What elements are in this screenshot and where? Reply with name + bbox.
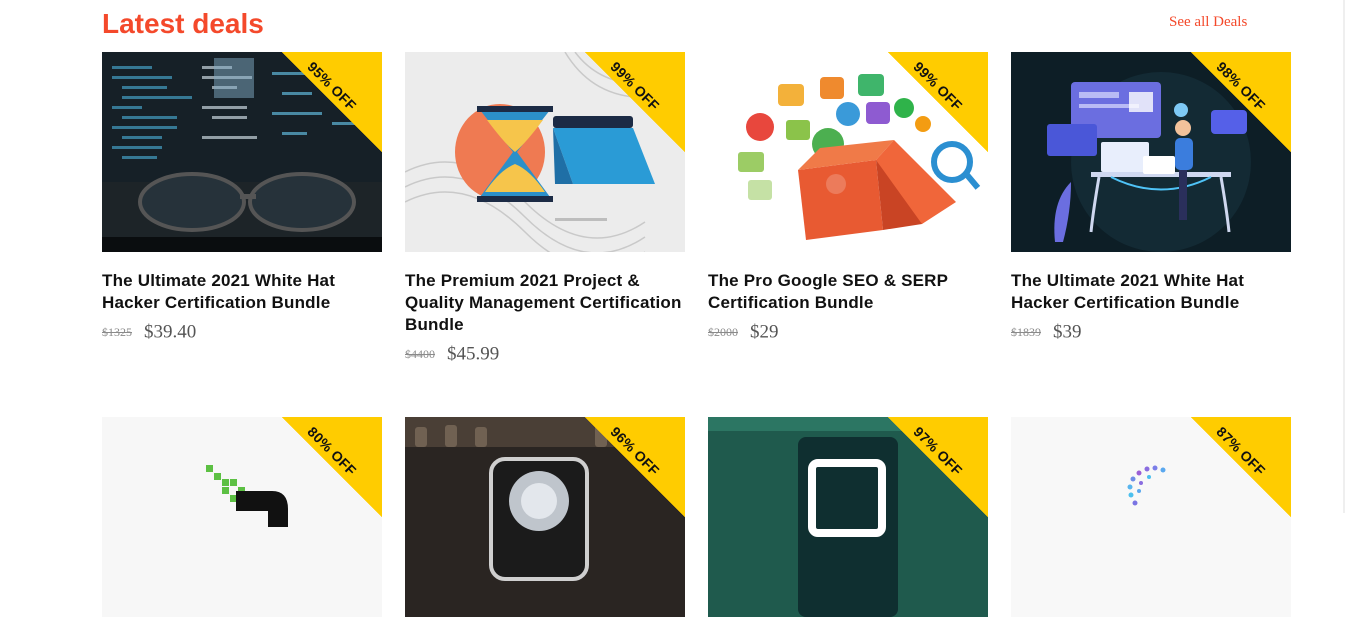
discount-ribbon: 99% OFF <box>888 52 988 152</box>
original-price: $2000 <box>708 325 738 340</box>
deal-title[interactable]: The Pro Google SEO & SERP Certification … <box>708 270 988 314</box>
original-price: $1839 <box>1011 325 1041 340</box>
original-price: $1325 <box>102 325 132 340</box>
deal-title[interactable]: The Premium 2021 Project & Quality Manag… <box>405 270 685 336</box>
deal-thumbnail[interactable]: 99% OFF <box>708 52 988 252</box>
original-price: $4400 <box>405 347 435 362</box>
sale-price: $45.99 <box>447 343 500 365</box>
deal-thumbnail[interactable]: 80% OFF <box>102 417 382 617</box>
page-right-divider <box>1343 0 1345 513</box>
deal-thumbnail[interactable]: 95% OFF <box>102 52 382 252</box>
sale-price: $39.40 <box>144 321 197 343</box>
discount-ribbon: 80% OFF <box>282 417 382 517</box>
deal-card[interactable]: 95% OFF The Ultimate 2021 White Hat Hack… <box>102 52 382 344</box>
discount-ribbon: 98% OFF <box>1191 52 1291 152</box>
deal-card[interactable]: 96% OFF <box>405 417 685 617</box>
discount-label: 87% OFF <box>1213 423 1269 479</box>
deal-title[interactable]: The Ultimate 2021 White Hat Hacker Certi… <box>102 270 382 314</box>
deal-card[interactable]: 97% OFF <box>708 417 988 617</box>
deal-prices: $4400 $45.99 <box>405 342 685 366</box>
deal-card[interactable]: 80% OFF <box>102 417 382 617</box>
deal-card[interactable]: 99% OFF The Pro Google SEO & SERP Certif… <box>708 52 988 344</box>
deal-thumbnail[interactable]: 99% OFF <box>405 52 685 252</box>
deal-title[interactable]: The Ultimate 2021 White Hat Hacker Certi… <box>1011 270 1291 314</box>
deal-thumbnail[interactable]: 97% OFF <box>708 417 988 617</box>
discount-label: 99% OFF <box>910 58 966 114</box>
discount-ribbon: 97% OFF <box>888 417 988 517</box>
discount-ribbon: 95% OFF <box>282 52 382 152</box>
deal-card[interactable]: 87% OFF <box>1011 417 1291 617</box>
section-title: Latest deals <box>102 8 264 39</box>
discount-label: 97% OFF <box>910 423 966 479</box>
discount-ribbon: 96% OFF <box>585 417 685 517</box>
sale-price: $29 <box>750 321 779 343</box>
deal-card[interactable]: 98% OFF The Ultimate 2021 White Hat Hack… <box>1011 52 1291 344</box>
see-all-deals-link[interactable]: See all Deals <box>1169 14 1247 31</box>
deal-prices: $1325 $39.40 <box>102 320 382 344</box>
deal-prices: $2000 $29 <box>708 320 988 344</box>
deal-thumbnail[interactable]: 98% OFF <box>1011 52 1291 252</box>
discount-label: 95% OFF <box>304 58 360 114</box>
deal-prices: $1839 $39 <box>1011 320 1291 344</box>
deal-thumbnail[interactable]: 87% OFF <box>1011 417 1291 617</box>
discount-label: 98% OFF <box>1213 58 1269 114</box>
sale-price: $39 <box>1053 321 1082 343</box>
deal-thumbnail[interactable]: 96% OFF <box>405 417 685 617</box>
discount-label: 80% OFF <box>304 423 360 479</box>
discount-label: 96% OFF <box>607 423 663 479</box>
discount-ribbon: 99% OFF <box>585 52 685 152</box>
deal-card[interactable]: 99% OFF The Premium 2021 Project & Quali… <box>405 52 685 366</box>
discount-ribbon: 87% OFF <box>1191 417 1291 517</box>
discount-label: 99% OFF <box>607 58 663 114</box>
